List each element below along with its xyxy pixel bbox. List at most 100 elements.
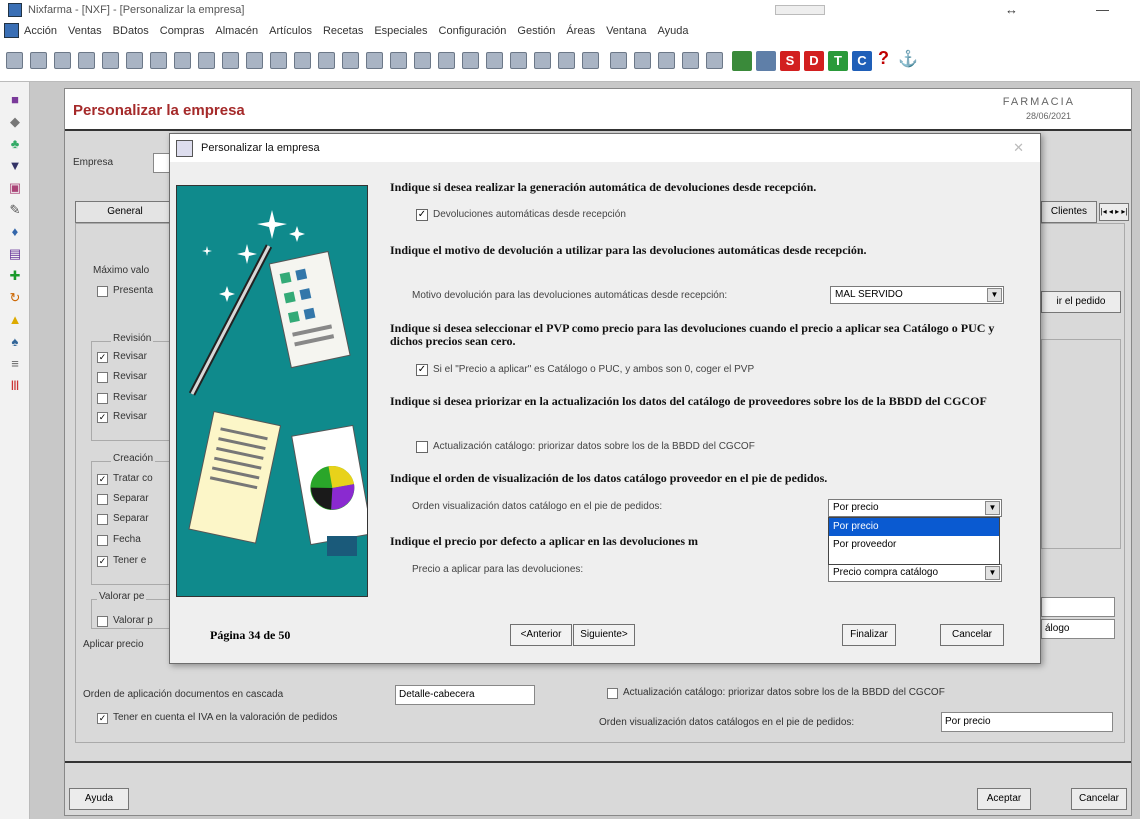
- tab-clientes[interactable]: Clientes: [1041, 201, 1097, 223]
- tool-icon[interactable]: ▤: [7, 246, 23, 262]
- tool-icon[interactable]: ♣: [7, 136, 23, 152]
- revisar-checkbox-4[interactable]: ✓: [97, 412, 108, 423]
- menu-recetas[interactable]: Recetas: [323, 25, 363, 37]
- toolbar-button-t[interactable]: T: [828, 51, 848, 71]
- menu-ayuda[interactable]: Ayuda: [657, 25, 688, 37]
- menu-areas[interactable]: Áreas: [566, 25, 595, 37]
- toolbar-icon[interactable]: [246, 52, 263, 69]
- menu-compras[interactable]: Compras: [160, 25, 205, 37]
- toolbar-icon[interactable]: [582, 52, 599, 69]
- orden-visualizacion-select[interactable]: Por precio ▼: [828, 499, 1002, 517]
- siguiente-button[interactable]: Siguiente>: [573, 624, 635, 646]
- toolbar-icon[interactable]: [706, 52, 723, 69]
- tool-icon[interactable]: ♦: [7, 224, 23, 240]
- chevron-down-icon[interactable]: ▼: [985, 501, 1000, 515]
- right-orden-field[interactable]: Por precio: [941, 712, 1113, 732]
- toolbar-icon[interactable]: [342, 52, 359, 69]
- toolbar-icon[interactable]: [78, 52, 95, 69]
- stack-icon[interactable]: ■: [7, 92, 23, 108]
- aceptar-button[interactable]: Aceptar: [977, 788, 1031, 810]
- help-anchor-icon[interactable]: ⚓: [898, 49, 918, 68]
- menu-bdatos[interactable]: BDatos: [113, 25, 149, 37]
- revisar-checkbox-1[interactable]: ✓: [97, 352, 108, 363]
- toolbar-button-c[interactable]: C: [852, 51, 872, 71]
- creacion-checkbox-3[interactable]: [97, 514, 108, 525]
- revisar-checkbox-2[interactable]: [97, 372, 108, 383]
- tool-icon[interactable]: ♠: [7, 334, 23, 350]
- toolbar-icon[interactable]: [294, 52, 311, 69]
- menu-almacen[interactable]: Almacén: [215, 25, 258, 37]
- toolbar-icon[interactable]: [174, 52, 191, 69]
- dialog-cancelar-button[interactable]: Cancelar: [940, 624, 1004, 646]
- chevron-down-icon[interactable]: ▼: [985, 566, 1000, 580]
- precio-aplicar-select[interactable]: Precio compra catálogo ▼: [828, 564, 1002, 582]
- creacion-checkbox-4[interactable]: [97, 535, 108, 546]
- tool-icon[interactable]: ▼: [7, 158, 23, 174]
- toolbar-icon[interactable]: [414, 52, 431, 69]
- toolbar-icon[interactable]: [126, 52, 143, 69]
- toolbar-icon[interactable]: [366, 52, 383, 69]
- chevron-down-icon[interactable]: ▼: [987, 288, 1002, 302]
- tool-icon[interactable]: ◆: [7, 114, 23, 130]
- creacion-checkbox-1[interactable]: ✓: [97, 474, 108, 485]
- tab-scroll-arrows[interactable]: |◂ ◂ ▸ ▸|: [1099, 203, 1129, 221]
- warning-icon[interactable]: ▲: [7, 312, 23, 328]
- toolbar-icon[interactable]: [756, 51, 776, 71]
- toolbar-icon[interactable]: [462, 52, 479, 69]
- toolbar-icon[interactable]: [732, 51, 752, 71]
- finalizar-button[interactable]: Finalizar: [842, 624, 896, 646]
- menu-configuracion[interactable]: Configuración: [439, 25, 507, 37]
- toolbar-icon[interactable]: [270, 52, 287, 69]
- presentar-checkbox[interactable]: [97, 286, 108, 297]
- devoluciones-auto-checkbox[interactable]: ✓: [416, 209, 428, 221]
- main-cancelar-button[interactable]: Cancelar: [1071, 788, 1127, 810]
- pvp-checkbox[interactable]: ✓: [416, 364, 428, 376]
- menu-especiales[interactable]: Especiales: [374, 25, 427, 37]
- toolbar-icon[interactable]: [30, 52, 47, 69]
- toolbar-icon[interactable]: [634, 52, 651, 69]
- toolbar-icon[interactable]: [390, 52, 407, 69]
- toolbar-icon[interactable]: [682, 52, 699, 69]
- toolbar-button-s[interactable]: S: [780, 51, 800, 71]
- right-field-1[interactable]: [1041, 597, 1115, 617]
- plus-icon[interactable]: ✚: [7, 268, 23, 284]
- menu-gestion[interactable]: Gestión: [517, 25, 555, 37]
- toolbar-icon[interactable]: [438, 52, 455, 69]
- creacion-checkbox-5[interactable]: ✓: [97, 556, 108, 567]
- menu-accion[interactable]: Acción: [24, 25, 57, 37]
- restore-icon[interactable]: ↔: [1005, 2, 1018, 17]
- minimize-icon[interactable]: —: [1096, 2, 1109, 17]
- menu-ventana[interactable]: Ventana: [606, 25, 646, 37]
- help-question-icon[interactable]: ?: [878, 48, 895, 68]
- toolbar-icon[interactable]: [610, 52, 627, 69]
- valorar-checkbox[interactable]: [97, 616, 108, 627]
- tener-iva-checkbox[interactable]: ✓: [97, 713, 108, 724]
- toolbar-icon[interactable]: [558, 52, 575, 69]
- toolbar-icon[interactable]: [198, 52, 215, 69]
- anterior-button[interactable]: <Anterior: [510, 624, 572, 646]
- motivo-devolucion-select[interactable]: MAL SERVIDO ▼: [830, 286, 1004, 304]
- close-icon[interactable]: ✕: [1013, 140, 1024, 156]
- toolbar-icon[interactable]: [510, 52, 527, 69]
- toolbar-icon[interactable]: [318, 52, 335, 69]
- tool-icon[interactable]: Ⅲ: [7, 378, 23, 394]
- toolbar-button-d[interactable]: D: [804, 51, 824, 71]
- ayuda-button[interactable]: Ayuda: [69, 788, 129, 810]
- toolbar-icon[interactable]: [150, 52, 167, 69]
- toolbar-icon[interactable]: [222, 52, 239, 69]
- pedido-button[interactable]: ir el pedido: [1041, 291, 1121, 313]
- dropdown-option-por-precio[interactable]: Por precio: [829, 518, 999, 536]
- tab-general[interactable]: General: [75, 201, 175, 223]
- toolbar-icon[interactable]: [6, 52, 23, 69]
- right-actualizacion-checkbox[interactable]: [607, 688, 618, 699]
- refresh-icon[interactable]: ↻: [7, 290, 23, 306]
- tool-icon[interactable]: ▣: [7, 180, 23, 196]
- toolbar-icon[interactable]: [102, 52, 119, 69]
- toolbar-icon[interactable]: [486, 52, 503, 69]
- toolbar-icon[interactable]: [54, 52, 71, 69]
- priorizar-checkbox[interactable]: [416, 441, 428, 453]
- creacion-checkbox-2[interactable]: [97, 494, 108, 505]
- toolbar-icon[interactable]: [534, 52, 551, 69]
- orden-aplicacion-field[interactable]: Detalle-cabecera: [395, 685, 535, 705]
- tool-icon[interactable]: ≡: [7, 356, 23, 372]
